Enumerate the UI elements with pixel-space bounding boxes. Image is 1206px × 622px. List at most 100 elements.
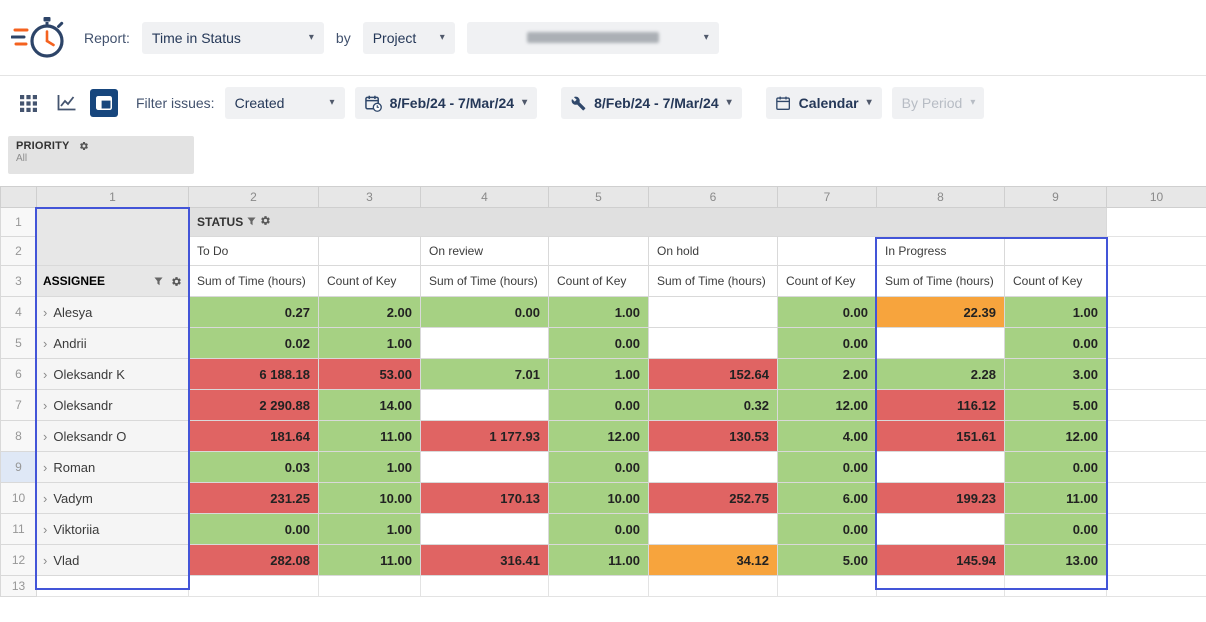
value-cell[interactable]: 2.28 xyxy=(877,359,1005,390)
row-header[interactable]: 8 xyxy=(1,421,37,452)
project-select[interactable]: ▾ xyxy=(467,22,719,54)
column-header[interactable]: 5 xyxy=(549,187,649,208)
column-header[interactable]: 10 xyxy=(1107,187,1206,208)
assignee-header[interactable]: ASSIGNEE xyxy=(37,266,189,297)
measure-header-cell[interactable]: Count of Key xyxy=(1005,266,1107,297)
date-range-select[interactable]: 8/Feb/24 - 7/Mar/24 ▾ xyxy=(355,87,538,119)
value-cell[interactable]: 116.12 xyxy=(877,390,1005,421)
value-cell[interactable]: 12.00 xyxy=(549,421,649,452)
value-cell[interactable] xyxy=(877,452,1005,483)
value-cell[interactable]: 22.39 xyxy=(877,297,1005,328)
row-header[interactable]: 12 xyxy=(1,545,37,576)
measure-header-cell[interactable]: Sum of Time (hours) xyxy=(877,266,1005,297)
assignee-cell[interactable]: ›Alesya xyxy=(37,297,189,328)
value-cell[interactable]: 6.00 xyxy=(778,483,877,514)
value-cell[interactable]: 11.00 xyxy=(1005,483,1107,514)
value-cell[interactable]: 0.00 xyxy=(1005,328,1107,359)
row-header[interactable]: 11 xyxy=(1,514,37,545)
value-cell[interactable] xyxy=(649,297,778,328)
value-cell[interactable]: 2.00 xyxy=(778,359,877,390)
gear-icon[interactable] xyxy=(260,215,271,226)
measure-header-cell[interactable]: Count of Key xyxy=(319,266,421,297)
value-cell[interactable]: 0.00 xyxy=(778,514,877,545)
value-cell[interactable] xyxy=(421,328,549,359)
measure-header-cell[interactable]: Count of Key xyxy=(778,266,877,297)
value-cell[interactable]: 0.32 xyxy=(649,390,778,421)
value-cell[interactable] xyxy=(877,514,1005,545)
value-cell[interactable]: 0.00 xyxy=(1005,514,1107,545)
value-cell[interactable] xyxy=(421,390,549,421)
value-cell[interactable]: 7.01 xyxy=(421,359,549,390)
value-cell[interactable]: 14.00 xyxy=(319,390,421,421)
value-cell[interactable]: 231.25 xyxy=(189,483,319,514)
value-cell[interactable] xyxy=(421,452,549,483)
work-schedule-range-select[interactable]: 8/Feb/24 - 7/Mar/24 ▾ xyxy=(561,87,742,119)
group-by-select[interactable]: Project ▾ xyxy=(363,22,455,54)
assignee-cell[interactable]: ›Roman xyxy=(37,452,189,483)
value-cell[interactable]: 152.64 xyxy=(649,359,778,390)
column-header[interactable]: 6 xyxy=(649,187,778,208)
value-cell[interactable]: 12.00 xyxy=(778,390,877,421)
value-cell[interactable]: 34.12 xyxy=(649,545,778,576)
column-header[interactable]: 4 xyxy=(421,187,549,208)
chart-view-button[interactable] xyxy=(52,89,80,117)
column-header[interactable]: 7 xyxy=(778,187,877,208)
row-header[interactable]: 2 xyxy=(1,237,37,266)
value-cell[interactable]: 1.00 xyxy=(1005,297,1107,328)
column-header[interactable]: 8 xyxy=(877,187,1005,208)
calendar-select[interactable]: Calendar ▾ xyxy=(766,87,882,119)
status-header[interactable]: STATUS xyxy=(189,208,1107,237)
value-cell[interactable]: 11.00 xyxy=(319,545,421,576)
measure-header-cell[interactable]: Sum of Time (hours) xyxy=(649,266,778,297)
value-cell[interactable]: 0.27 xyxy=(189,297,319,328)
value-cell[interactable]: 0.00 xyxy=(549,514,649,545)
value-cell[interactable]: 145.94 xyxy=(877,545,1005,576)
value-cell[interactable]: 1.00 xyxy=(319,328,421,359)
status-name-cell[interactable]: In Progress xyxy=(877,237,1005,266)
value-cell[interactable] xyxy=(877,328,1005,359)
value-cell[interactable]: 10.00 xyxy=(319,483,421,514)
value-cell[interactable]: 1.00 xyxy=(549,297,649,328)
value-cell[interactable]: 10.00 xyxy=(549,483,649,514)
assignee-cell[interactable]: ›Andrii xyxy=(37,328,189,359)
assignee-cell[interactable]: ›Oleksandr xyxy=(37,390,189,421)
value-cell[interactable]: 0.00 xyxy=(549,328,649,359)
value-cell[interactable]: 252.75 xyxy=(649,483,778,514)
value-cell[interactable]: 5.00 xyxy=(1005,390,1107,421)
filter-type-select[interactable]: Created ▾ xyxy=(225,87,345,119)
assignee-cell[interactable]: ›Oleksandr K xyxy=(37,359,189,390)
column-header[interactable]: 2 xyxy=(189,187,319,208)
report-type-select[interactable]: Time in Status ▾ xyxy=(142,22,324,54)
table-view-button[interactable] xyxy=(90,89,118,117)
measure-header-cell[interactable]: Count of Key xyxy=(549,266,649,297)
value-cell[interactable]: 0.03 xyxy=(189,452,319,483)
value-cell[interactable] xyxy=(649,452,778,483)
value-cell[interactable] xyxy=(421,514,549,545)
measure-header-cell[interactable]: Sum of Time (hours) xyxy=(189,266,319,297)
value-cell[interactable] xyxy=(649,514,778,545)
value-cell[interactable]: 53.00 xyxy=(319,359,421,390)
value-cell[interactable]: 0.00 xyxy=(549,452,649,483)
row-header[interactable]: 7 xyxy=(1,390,37,421)
value-cell[interactable]: 13.00 xyxy=(1005,545,1107,576)
row-header[interactable]: 10 xyxy=(1,483,37,514)
value-cell[interactable]: 1.00 xyxy=(319,514,421,545)
assignee-cell[interactable]: ›Oleksandr O xyxy=(37,421,189,452)
value-cell[interactable]: 2 290.88 xyxy=(189,390,319,421)
column-header[interactable]: 9 xyxy=(1005,187,1107,208)
value-cell[interactable]: 130.53 xyxy=(649,421,778,452)
value-cell[interactable]: 1.00 xyxy=(319,452,421,483)
value-cell[interactable]: 0.02 xyxy=(189,328,319,359)
value-cell[interactable]: 0.00 xyxy=(778,297,877,328)
grid-view-button[interactable] xyxy=(14,89,42,117)
value-cell[interactable]: 0.00 xyxy=(1005,452,1107,483)
row-header[interactable]: 13 xyxy=(1,576,37,597)
status-name-cell[interactable]: On review xyxy=(421,237,549,266)
row-header[interactable]: 6 xyxy=(1,359,37,390)
value-cell[interactable]: 0.00 xyxy=(778,328,877,359)
value-cell[interactable]: 181.64 xyxy=(189,421,319,452)
row-header[interactable]: 5 xyxy=(1,328,37,359)
value-cell[interactable]: 4.00 xyxy=(778,421,877,452)
value-cell[interactable]: 0.00 xyxy=(189,514,319,545)
priority-filter[interactable]: PRIORITY All xyxy=(8,136,194,174)
